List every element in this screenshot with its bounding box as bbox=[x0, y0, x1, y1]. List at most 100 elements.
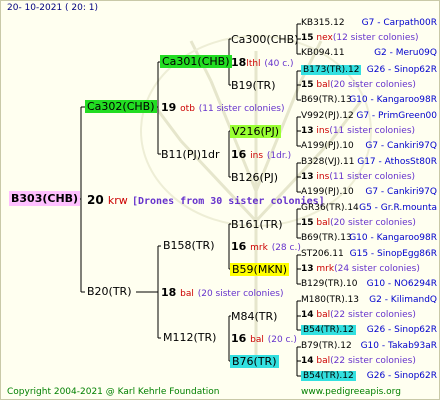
gen1-father-note: (20 sister colonies) bbox=[197, 289, 284, 299]
gen4-23-note: (22 sister colonies) bbox=[330, 356, 416, 366]
gen4-row-11: 13 ins(11 sister colonies) bbox=[301, 172, 415, 182]
gen4-row-22[interactable]: B79(TR).12 G10 - Takab93aR bbox=[301, 341, 437, 351]
gen4-row-5: 15 bal(20 sister colonies) bbox=[301, 80, 416, 90]
gen2-node-3[interactable]: B158(TR) bbox=[163, 239, 215, 252]
gen4-row-18[interactable]: B129(TR).10 G10 - NO6294R bbox=[301, 279, 437, 289]
gen4-10-right: G17 - AthosSt80R bbox=[357, 157, 437, 167]
gen1-father[interactable]: B20(TR) bbox=[87, 285, 132, 298]
gen4-15-right: G10 - Kangaroo98R bbox=[349, 233, 437, 243]
gen3-node-3[interactable]: V216(PJ) bbox=[230, 125, 281, 138]
gen4-5-num: 15 bbox=[301, 80, 314, 90]
gen4-row-3[interactable]: KB094.11 G2 - Meru09Q bbox=[301, 48, 437, 58]
gen2-node-1[interactable]: Ca301(CHB) bbox=[160, 55, 232, 68]
gen4-12-right: G7 - Cankiri97Q bbox=[365, 187, 437, 197]
root-note: [Drones from 30 sister colonies] bbox=[131, 196, 325, 207]
gen4-14-num: 15 bbox=[301, 218, 314, 228]
gen1-mother-num: 19 bbox=[161, 101, 177, 114]
gen4-14-note: (20 sister colonies) bbox=[330, 218, 416, 228]
pedigree-chart: 20- 10-2021 ( 20: 1) B303(CHB) 20 krw [D… bbox=[0, 0, 440, 400]
gen4-row-12[interactable]: A199(PJ).10 G7 - Cankiri97Q bbox=[301, 187, 437, 197]
root-code: krw bbox=[107, 194, 128, 207]
gen4-10-left: B328(VJ).11 bbox=[301, 157, 355, 167]
gen4-8-num: 13 bbox=[301, 126, 314, 136]
gen4-2-note: (12 sister colonies) bbox=[332, 33, 419, 43]
gen4-row-2: 15 nex(12 sister colonies) bbox=[301, 33, 419, 43]
gen4-13-right: G5 - Gr.R.mounta bbox=[359, 203, 437, 213]
gen2-4-code: bal bbox=[250, 335, 264, 345]
gen4-12-left: A199(PJ).10 bbox=[301, 187, 354, 197]
gen2-node-1-info: 18lthl (40 c.) bbox=[231, 56, 294, 69]
gen2-4-num: 16 bbox=[231, 332, 247, 345]
gen3-node-6[interactable]: B59(MKN) bbox=[230, 263, 290, 276]
gen4-1-left: KB315.12 bbox=[301, 18, 345, 28]
gen4-15-left: B69(TR).13 bbox=[301, 233, 352, 243]
gen4-1-right: G7 - Carpath00R bbox=[361, 18, 437, 28]
gen2-node-4[interactable]: M112(TR) bbox=[163, 331, 216, 344]
gen4-4-right: G26 - Sinop62R bbox=[366, 65, 437, 75]
gen4-row-14: 15 bal(20 sister colonies) bbox=[301, 218, 416, 228]
gen3-node-2[interactable]: B19(TR) bbox=[231, 79, 276, 92]
gen4-8-note: (11 sister colonies) bbox=[329, 126, 416, 136]
gen4-17-num: 13 bbox=[301, 264, 314, 274]
gen4-row-13[interactable]: GR36(TR).14 G5 - Gr.R.mounta bbox=[301, 203, 437, 213]
gen4-23-code: bal bbox=[316, 356, 331, 366]
gen4-row-21[interactable]: B54(TR).12 G26 - Sinop62R bbox=[301, 325, 437, 335]
gen3-node-1[interactable]: Ca300(CHB) bbox=[231, 33, 299, 46]
gen4-17-code: mrk bbox=[316, 264, 335, 274]
gen4-18-right: G10 - NO6294R bbox=[366, 279, 437, 289]
gen4-22-right: G10 - Takab93aR bbox=[360, 341, 437, 351]
gen4-24-left: B54(TR).12 bbox=[301, 371, 356, 381]
gen4-3-right: G2 - Meru09Q bbox=[374, 48, 437, 58]
gen4-20-code: bal bbox=[316, 310, 331, 320]
gen4-16-left: ST206.11 bbox=[301, 249, 344, 259]
footer-site-link[interactable]: www.pedigreeapis.org bbox=[301, 387, 401, 397]
gen4-19-right: G2 - KilimandQ bbox=[369, 295, 437, 305]
gen4-row-6[interactable]: B69(TR).13 G10 - Kangaroo98R bbox=[301, 95, 437, 105]
gen4-row-4[interactable]: B173(TR).12 G26 - Sinop62R bbox=[301, 65, 437, 75]
gen4-21-left: B54(TR).12 bbox=[301, 325, 356, 335]
footer-copyright: Copyright 2004-2021 @ Karl Kehrle Founda… bbox=[7, 387, 220, 397]
gen3-node-4[interactable]: B126(PJ) bbox=[231, 171, 278, 184]
gen4-11-num: 13 bbox=[301, 172, 314, 182]
gen4-7-left: V992(PJ).12 bbox=[301, 111, 354, 121]
gen4-row-19[interactable]: M180(TR).13 G2 - KilimandQ bbox=[301, 295, 437, 305]
gen4-row-9[interactable]: A199(PJ).10 G7 - Cankiri97Q bbox=[301, 141, 437, 151]
gen3-node-8[interactable]: B76(TR) bbox=[230, 355, 279, 368]
gen4-7-right: G7 - PrimGreen00 bbox=[356, 111, 437, 121]
gen2-node-2[interactable]: B11(PJ)1dr bbox=[161, 148, 220, 161]
gen2-node-4-info: 16 bal (20 c.) bbox=[231, 332, 297, 345]
gen4-21-right: G26 - Sinop62R bbox=[366, 325, 437, 335]
gen4-row-17: 13 mrk(24 sister colonies) bbox=[301, 264, 420, 274]
gen1-father-code: bal bbox=[180, 289, 194, 299]
gen4-row-24[interactable]: B54(TR).12 G26 - Sinop62R bbox=[301, 371, 437, 381]
gen4-5-note: (20 sister colonies) bbox=[330, 80, 416, 90]
gen1-father-info: 18 bal (20 sister colonies) bbox=[161, 286, 283, 299]
root-queen[interactable]: B303(CHB) bbox=[9, 191, 81, 206]
gen4-row-10[interactable]: B328(VJ).11 G17 - AthosSt80R bbox=[301, 157, 437, 167]
root-generation: 20 krw [Drones from 30 sister colonies] bbox=[87, 193, 325, 207]
gen4-row-7[interactable]: V992(PJ).12 G7 - PrimGreen00 bbox=[301, 111, 437, 121]
gen4-22-left: B79(TR).12 bbox=[301, 341, 352, 351]
gen3-node-7[interactable]: M84(TR) bbox=[231, 310, 277, 323]
gen4-8-code: ins bbox=[316, 126, 330, 136]
gen4-11-code: ins bbox=[316, 172, 330, 182]
gen4-9-right: G7 - Cankiri97Q bbox=[365, 141, 437, 151]
gen4-20-num: 14 bbox=[301, 310, 314, 320]
gen4-5-code: bal bbox=[316, 80, 331, 90]
gen4-2-code: nex bbox=[316, 33, 333, 43]
gen1-mother-code: otb bbox=[180, 104, 195, 114]
gen2-3-code: mrk bbox=[250, 243, 268, 253]
gen2-2-note: (1dr.) bbox=[266, 151, 292, 161]
gen2-3-note: (28 c.) bbox=[271, 243, 301, 253]
gen4-20-note: (22 sister colonies) bbox=[330, 310, 416, 320]
gen1-mother[interactable]: Ca302(CHB) bbox=[85, 100, 157, 113]
gen4-16-right: G15 - SinopEgg86R bbox=[349, 249, 437, 259]
gen4-row-1[interactable]: KB315.12 G7 - Carpath00R bbox=[301, 18, 437, 28]
gen4-row-16[interactable]: ST206.11 G15 - SinopEgg86R bbox=[301, 249, 437, 259]
gen2-1-code: lthl bbox=[246, 59, 261, 69]
gen3-node-5[interactable]: B161(TR) bbox=[231, 218, 283, 231]
gen4-11-note: (11 sister colonies) bbox=[329, 172, 416, 182]
gen4-23-num: 14 bbox=[301, 356, 314, 366]
gen4-4-left: B173(TR).12 bbox=[301, 65, 362, 75]
gen4-row-15[interactable]: B69(TR).13 G10 - Kangaroo98R bbox=[301, 233, 437, 243]
